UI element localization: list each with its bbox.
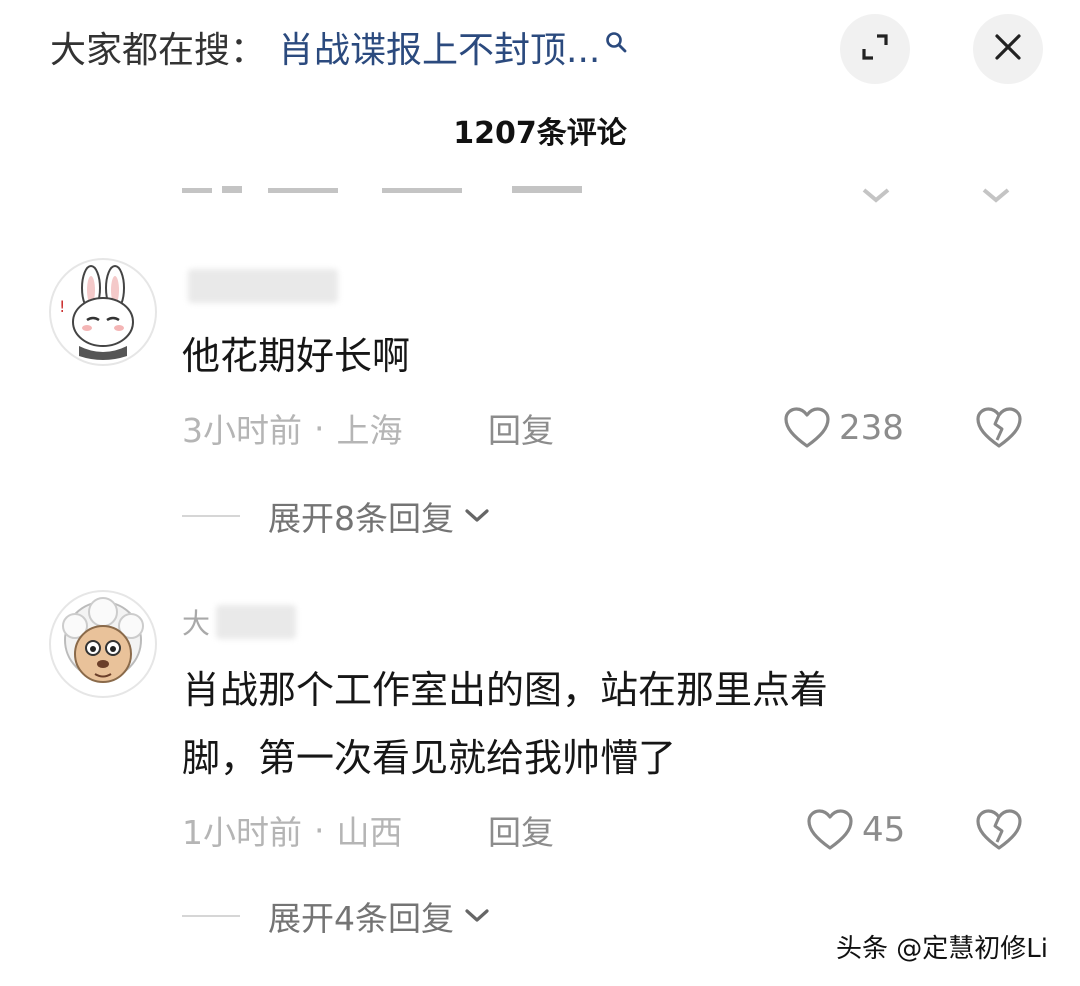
close-button[interactable] — [973, 14, 1043, 84]
expand-replies-label: 展开8条回复 — [268, 499, 454, 538]
redacted-name — [188, 269, 338, 303]
close-icon — [993, 32, 1023, 66]
search-prefix: 大家都在搜： — [50, 30, 267, 71]
expand-replies-button[interactable]: 展开8条回复 — [182, 491, 490, 541]
chevron-down-icon — [465, 909, 489, 922]
clipped-previous-comment — [182, 166, 1042, 204]
comment-location: 上海 — [336, 411, 403, 450]
dislike-button[interactable] — [973, 403, 1025, 453]
expand-replies-button[interactable]: 展开4条回复 — [182, 891, 490, 941]
comment-location: 山西 — [336, 813, 403, 852]
like-count: 45 — [862, 810, 906, 850]
broken-heart-icon — [976, 407, 1022, 448]
chevron-down-icon — [465, 509, 489, 522]
like-button[interactable]: 45 — [806, 805, 905, 855]
divider-line — [182, 515, 240, 517]
reply-button[interactable]: 回复 — [488, 403, 554, 453]
comment-text: 他花期好长啊 — [182, 334, 411, 378]
reply-button[interactable]: 回复 — [488, 805, 554, 855]
watermark: 头条 @定慧初修Li — [836, 934, 1048, 964]
comment-username-blurred[interactable] — [182, 266, 338, 306]
comment-text: 肖战那个工作室出的图，站在那里点着 脚，第一次看见就给我帅懵了 — [182, 656, 828, 792]
search-icon — [604, 22, 628, 53]
comment-meta: 3小时前 · 上海 — [182, 403, 403, 453]
svg-text:!: ! — [59, 297, 65, 316]
comment-meta: 1小时前 · 山西 — [182, 805, 403, 855]
divider-line — [182, 915, 240, 917]
comment-username-blurred[interactable]: 大 — [182, 602, 297, 642]
like-button[interactable]: 238 — [783, 403, 904, 453]
avatar-rabbit[interactable]: ! — [49, 258, 157, 366]
search-suggestion[interactable]: 大家都在搜： 肖战谍报上不封顶... — [50, 22, 628, 72]
expand-button[interactable] — [840, 14, 910, 84]
dislike-button[interactable] — [973, 805, 1025, 855]
heart-icon — [807, 809, 853, 850]
meta-separator: · — [314, 408, 325, 448]
meta-separator: · — [314, 810, 325, 850]
comment-text-line: 脚，第一次看见就给我帅懵了 — [182, 736, 677, 780]
comment-count-title: 1207条评论 — [453, 116, 627, 151]
username-first-char: 大 — [182, 607, 211, 640]
expand-replies-label: 展开4条回复 — [268, 899, 454, 938]
redacted-name — [216, 605, 297, 639]
broken-heart-icon — [976, 809, 1022, 850]
comment-text-line: 肖战那个工作室出的图，站在那里点着 — [182, 668, 829, 712]
search-query-link[interactable]: 肖战谍报上不封顶... — [278, 21, 600, 73]
heart-icon — [784, 407, 830, 448]
like-count: 238 — [839, 408, 904, 448]
comment-time: 1小时前 — [182, 813, 302, 852]
avatar-sheep[interactable] — [49, 590, 157, 698]
comment-time: 3小时前 — [182, 411, 302, 450]
expand-icon — [859, 31, 891, 67]
